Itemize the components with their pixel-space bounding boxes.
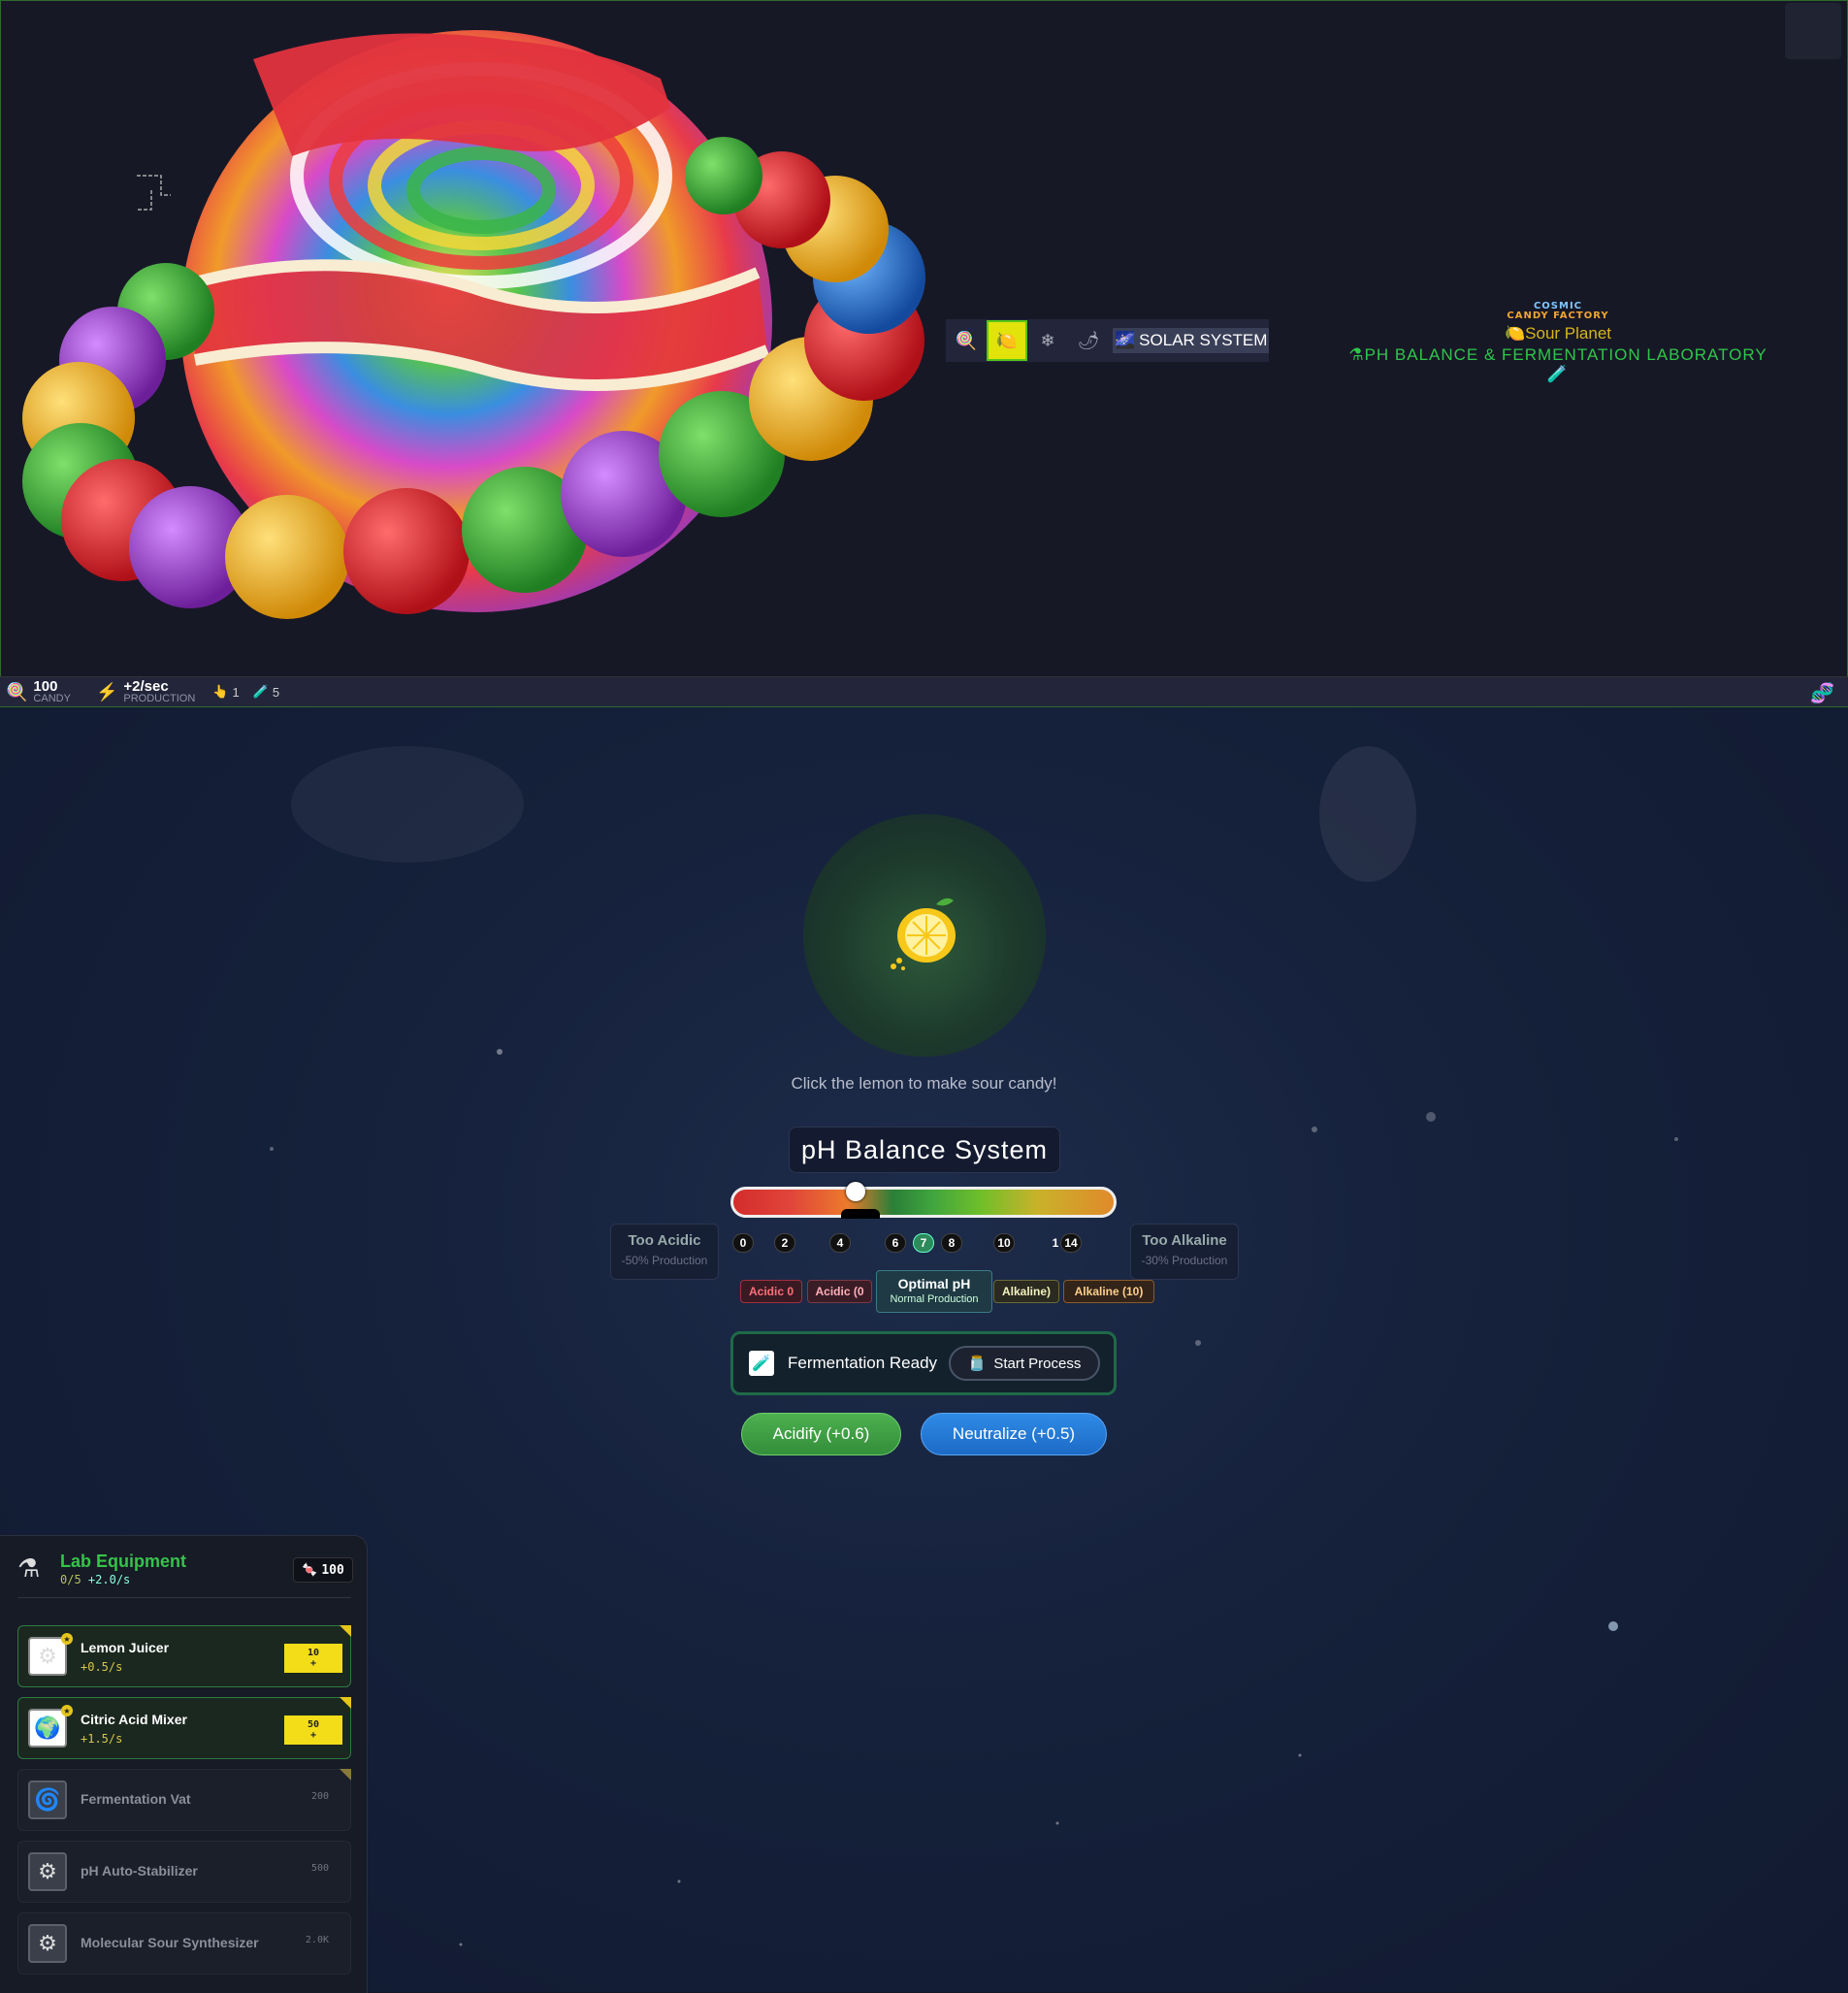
zone-acidic-0: Acidic 0 <box>740 1280 802 1303</box>
production-counter: ⚡ +2/sec PRODUCTION <box>95 677 196 704</box>
cost-label: 2.0K <box>305 1935 329 1945</box>
buy-button[interactable]: 50 + <box>284 1715 342 1745</box>
candy-counter: 🍭 100 CANDY <box>6 677 71 704</box>
too-alkaline-box: Too Alkaline -30% Production <box>1130 1224 1239 1280</box>
ph-tick[interactable]: 8 <box>941 1233 962 1253</box>
zone-acidic: Acidic (0 <box>807 1280 872 1303</box>
solar-system-button[interactable]: 🌌 SOLAR SYSTEM <box>1113 328 1270 353</box>
test-counter: 🧪 5 <box>252 684 280 700</box>
test-tube-icon: 🧪 <box>1546 365 1570 383</box>
planet-name: 🍋Sour Planet <box>1504 324 1611 343</box>
game-logo: COSMIC CANDY FACTORY <box>1507 301 1609 321</box>
affordable-corner <box>340 1625 351 1637</box>
candy-planet-icon[interactable]: 🍭 <box>946 320 987 361</box>
fermentation-status: Fermentation Ready <box>788 1354 938 1372</box>
lemon-click-target[interactable] <box>803 814 1046 1057</box>
lemon-planet-icon[interactable]: 🍋 <box>987 320 1027 361</box>
zone-optimal: Optimal pH Normal Production <box>876 1270 992 1313</box>
ph-meter-bar[interactable] <box>730 1182 1117 1219</box>
lab-thumbnail[interactable] <box>1785 3 1841 59</box>
planet-navigation: 🍭 🍋 ❄ 🌶 🌌 SOLAR SYSTEM <box>946 319 1270 362</box>
ph-tick[interactable]: 10 <box>993 1233 1015 1253</box>
ph-tick[interactable]: 4 <box>829 1233 851 1253</box>
production-label: PRODUCTION <box>123 692 196 704</box>
lightning-icon: ⚡ <box>95 681 118 702</box>
gear-icon: ⚙ <box>28 1924 67 1963</box>
flask-icon: ⚗ <box>1348 345 1365 364</box>
dna-icon[interactable]: 🧬 <box>1810 681 1834 705</box>
ph-tick[interactable]: 14 <box>1060 1233 1082 1253</box>
acidify-button[interactable]: Acidify (+0.6) <box>741 1413 901 1455</box>
lab-candy-counter: 🍬 100 <box>293 1557 353 1583</box>
candy-planet-illustration[interactable] <box>1 1 952 641</box>
gear-icon: ⚙ <box>28 1637 67 1676</box>
lemon-icon: 🍋 <box>1504 324 1526 343</box>
ph-tick-active[interactable]: 7 <box>913 1233 934 1253</box>
galaxy-icon: 🌌 <box>1115 331 1136 349</box>
zone-alkaline-10: Alkaline (10) <box>1063 1280 1154 1303</box>
snowflake-planet-icon[interactable]: ❄ <box>1027 320 1068 361</box>
title-block: COSMIC CANDY FACTORY 🍋Sour Planet ⚗PH BA… <box>1340 302 1776 384</box>
ph-readout <box>841 1209 880 1219</box>
ph-system-title: pH Balance System <box>789 1127 1060 1173</box>
test-tube-icon: 🧪 <box>252 684 269 699</box>
fermentation-panel: 🧪 Fermentation Ready 🫙 Start Process <box>730 1331 1117 1395</box>
star-badge-icon: ★ <box>61 1705 73 1716</box>
click-counter: 👆 1 <box>212 684 240 700</box>
ph-tick[interactable]: 2 <box>774 1233 795 1253</box>
solar-system-label: SOLAR SYSTEM <box>1139 331 1268 349</box>
gear-icon: ⚙ <box>28 1852 67 1891</box>
equipment-item-ph-auto-stabilizer[interactable]: ⚙ pH Auto-Stabilizer 500 <box>17 1841 351 1903</box>
ph-tick[interactable]: 6 <box>885 1233 906 1253</box>
equipment-item-citric-acid-mixer[interactable]: 🌍 ★ Citric Acid Mixer +1.5/s 50 + <box>17 1697 351 1759</box>
test-tube-icon: 🧪 <box>749 1351 774 1376</box>
cost-label: 500 <box>310 1863 329 1874</box>
start-process-button[interactable]: 🫙 Start Process <box>949 1346 1100 1381</box>
globe-icon: 🌍 <box>28 1709 67 1748</box>
candy-value: 100 <box>33 677 58 695</box>
vortex-icon: 🌀 <box>28 1781 67 1819</box>
neutralize-button[interactable]: Neutralize (+0.5) <box>921 1413 1107 1455</box>
locked-corner <box>340 1769 351 1781</box>
equipment-item-fermentation-vat[interactable]: 🌀 Fermentation Vat 200 <box>17 1769 351 1831</box>
affordable-corner <box>340 1697 351 1709</box>
game-viewport: 🍭 🍋 ❄ 🌶 🌌 SOLAR SYSTEM COSMIC CANDY FACT… <box>0 0 1848 706</box>
equipment-item-molecular-sour-synthesizer[interactable]: ⚙ Molecular Sour Synthesizer 2.0K <box>17 1912 351 1975</box>
divider <box>17 1597 351 1598</box>
too-acidic-box: Too Acidic -50% Production <box>610 1224 719 1280</box>
buy-button[interactable]: 10 + <box>284 1644 342 1673</box>
candy-icon: 🍬 <box>302 1562 318 1578</box>
star-badge-icon: ★ <box>61 1633 73 1645</box>
lab-panel-title: Lab Equipment <box>60 1552 186 1571</box>
lab-equipment-panel: ⚗ Lab Equipment 0/5 +2.0/s 🍬 100 ⚙ ★ Lemo… <box>0 1535 368 1993</box>
pointer-hand-icon: 👆 <box>212 684 229 699</box>
lab-stats: 0/5 +2.0/s <box>60 1573 131 1586</box>
click-hint: Click the lemon to make sour candy! <box>791 1074 1057 1093</box>
production-value: +2/sec <box>123 677 169 695</box>
ph-tick[interactable]: 0 <box>732 1233 754 1253</box>
status-bar: 🍭 100 CANDY ⚡ +2/sec PRODUCTION 👆 1 🧪 5 🧬 <box>0 676 1848 708</box>
chili-planet-icon[interactable]: 🌶 <box>1068 320 1109 361</box>
flask-icon: ⚗ <box>17 1553 41 1583</box>
lab-title: ⚗PH BALANCE & FERMENTATION LABORATORY🧪 <box>1348 345 1767 383</box>
equipment-item-lemon-juicer[interactable]: ⚙ ★ Lemon Juicer +0.5/s 10 + <box>17 1625 351 1687</box>
lemon-icon <box>891 898 956 970</box>
ph-indicator-knob[interactable] <box>846 1182 865 1201</box>
lollipop-icon: 🍭 <box>6 681 28 702</box>
zone-alkaline: Alkaline) <box>993 1280 1059 1303</box>
candy-label: CANDY <box>33 692 71 704</box>
cost-label: 200 <box>310 1791 329 1802</box>
jar-icon: 🫙 <box>967 1356 987 1372</box>
